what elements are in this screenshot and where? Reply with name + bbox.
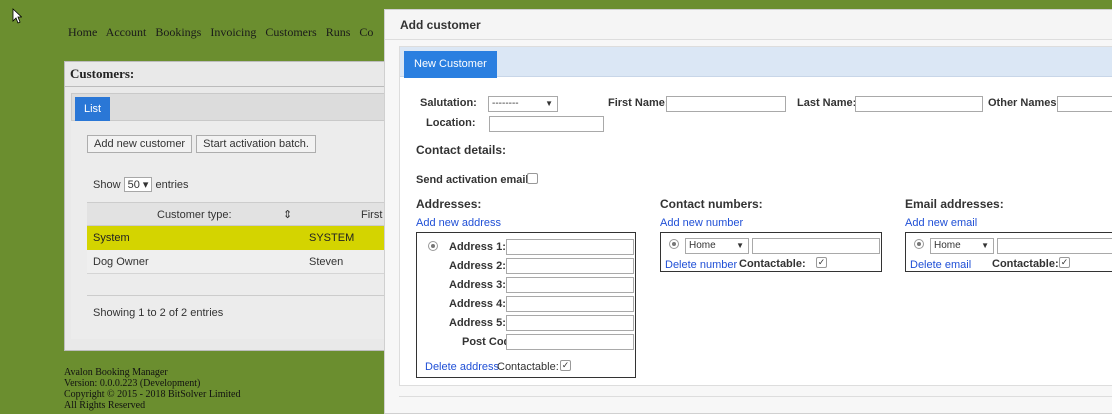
number-entry: Home ▼ Delete number Contactable: ✓: [660, 232, 882, 272]
email-entry: Home ▼ Delete email Contactable: ✓: [905, 232, 1112, 272]
addresses-heading: Addresses:: [416, 197, 482, 211]
mouse-cursor-icon: [12, 8, 22, 24]
contact-details-heading: Contact details:: [416, 143, 507, 157]
tab-list[interactable]: List: [75, 97, 111, 122]
address-1-input[interactable]: [506, 239, 634, 255]
footer-copyright: Copyright © 2015 - 2018 BitSolver Limite…: [64, 389, 241, 400]
last-name-label: Last Name:: [797, 97, 857, 109]
chevron-down-icon: ▼: [545, 99, 553, 108]
nav-more[interactable]: Co: [359, 25, 373, 39]
add-new-customer-button[interactable]: Add new customer: [87, 135, 193, 153]
address-contactable-checkbox[interactable]: ✓: [560, 360, 571, 371]
add-customer-dialog: Add customer New Customer Salutation: --…: [384, 9, 1112, 414]
address-3-input[interactable]: [506, 277, 634, 293]
send-activation-label: Send activation email:: [416, 174, 533, 186]
customers-panel: Customers: List Add new customer Start a…: [64, 61, 404, 351]
email-input[interactable]: [997, 238, 1112, 254]
add-new-address-link[interactable]: Add new address: [416, 217, 501, 229]
last-name-input[interactable]: [855, 96, 983, 112]
other-names-label: Other Names:: [988, 97, 1061, 109]
post-code-input[interactable]: [506, 334, 634, 350]
customers-panel-title: Customers:: [65, 62, 403, 87]
show-label: Show: [93, 179, 121, 191]
first-name-input[interactable]: [666, 96, 786, 112]
add-new-number-link[interactable]: Add new number: [660, 217, 743, 229]
cell-first-name: Steven: [309, 256, 344, 268]
app-footer: Avalon Booking Manager Version: 0.0.0.22…: [64, 367, 240, 411]
nav-runs[interactable]: Runs: [326, 25, 351, 39]
footer-version: Version: 0.0.0.223 (Development): [64, 378, 201, 389]
dialog-title: Add customer: [385, 10, 1112, 40]
entries-select[interactable]: 50 ▾: [123, 177, 153, 192]
dialog-tabbar: New Customer: [400, 47, 1112, 78]
contact-numbers-heading: Contact numbers:: [660, 197, 763, 211]
address-1-label: Address 1:: [449, 241, 506, 253]
other-names-input[interactable]: [1057, 96, 1112, 112]
send-activation-checkbox[interactable]: [527, 173, 538, 184]
email-radio[interactable]: [914, 239, 924, 249]
address-2-label: Address 2:: [449, 260, 506, 272]
dialog-divider: [399, 396, 1112, 397]
cell-customer-type: Dog Owner: [93, 256, 149, 268]
cell-first-name: SYSTEM: [309, 232, 355, 244]
number-contactable-label: Contactable:: [739, 258, 806, 270]
footer-app-name: Avalon Booking Manager: [64, 367, 168, 378]
table-row[interactable]: System SYSTEM: [87, 226, 397, 250]
customers-tabbar: List: [71, 93, 397, 122]
location-input[interactable]: [489, 116, 604, 132]
email-contactable-label: Contactable:: [992, 258, 1059, 270]
address-2-input[interactable]: [506, 258, 634, 274]
nav-bookings[interactable]: Bookings: [155, 25, 201, 39]
email-addresses-heading: Email addresses:: [905, 197, 1004, 211]
number-input[interactable]: [752, 238, 880, 254]
customers-list-body: Add new customer Start activation batch.…: [71, 121, 397, 339]
salutation-label: Salutation:: [420, 97, 477, 109]
email-contactable-checkbox[interactable]: ✓: [1059, 257, 1070, 268]
tab-new-customer[interactable]: New Customer: [404, 51, 497, 78]
table-row[interactable]: Dog Owner Steven: [87, 250, 397, 274]
chevron-down-icon: ▼: [736, 241, 744, 250]
address-5-input[interactable]: [506, 315, 634, 331]
address-entry: Address 1: Address 2: Address 3: Address…: [416, 232, 636, 378]
customers-table: Customer type: ⇕ First System SYSTEM Dog…: [87, 202, 397, 274]
location-label: Location:: [426, 117, 476, 129]
chevron-down-icon: ▼: [981, 241, 989, 250]
number-radio[interactable]: [669, 239, 679, 249]
address-radio[interactable]: [428, 241, 438, 251]
delete-number-link[interactable]: Delete number: [665, 259, 737, 271]
nav-customers[interactable]: Customers: [265, 25, 316, 39]
column-header-first[interactable]: First: [361, 203, 382, 227]
footer-rights: All Rights Reserved: [64, 400, 146, 411]
entries-label: entries: [155, 179, 189, 191]
address-4-input[interactable]: [506, 296, 634, 312]
delete-address-link[interactable]: Delete address: [425, 361, 499, 373]
delete-email-link[interactable]: Delete email: [910, 259, 971, 271]
number-contactable-checkbox[interactable]: ✓: [816, 257, 827, 268]
address-3-label: Address 3:: [449, 279, 506, 291]
address-4-label: Address 4:: [449, 298, 506, 310]
email-type-select[interactable]: Home ▼: [930, 238, 994, 254]
first-name-label: First Name:: [608, 97, 669, 109]
address-5-label: Address 5:: [449, 317, 506, 329]
entries-length-control: Show 50 ▾ entries: [93, 177, 189, 192]
table-header: Customer type: ⇕ First: [87, 202, 397, 226]
address-contactable-label: Contactable:: [497, 361, 559, 373]
add-new-email-link[interactable]: Add new email: [905, 217, 977, 229]
main-nav: Home Account Bookings Invoicing Customer…: [68, 25, 379, 40]
nav-account[interactable]: Account: [106, 25, 147, 39]
nav-invoicing[interactable]: Invoicing: [210, 25, 256, 39]
dialog-form: New Customer Salutation: -------- ▼ First…: [399, 46, 1112, 386]
table-info: Showing 1 to 2 of 2 entries: [87, 295, 397, 329]
nav-home[interactable]: Home: [68, 25, 97, 39]
sort-icon[interactable]: ⇕: [283, 203, 292, 227]
salutation-select[interactable]: -------- ▼: [488, 96, 558, 112]
start-activation-batch-button[interactable]: Start activation batch.: [196, 135, 316, 153]
cell-customer-type: System: [93, 232, 130, 244]
column-header-customer-type[interactable]: Customer type:: [157, 203, 232, 227]
number-type-select[interactable]: Home ▼: [685, 238, 749, 254]
